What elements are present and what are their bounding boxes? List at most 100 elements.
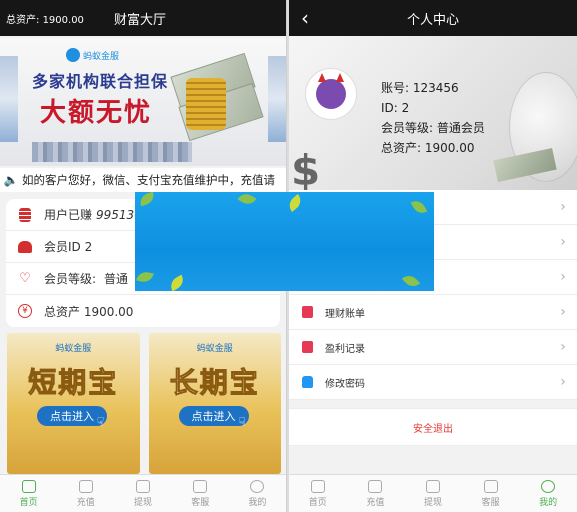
chevron-right-icon: ›	[560, 339, 566, 355]
tab-label: 提现	[423, 497, 442, 508]
page-title: 个人中心	[406, 12, 459, 28]
total-assets-label: 总资产:	[6, 14, 40, 26]
id-label: ID:	[381, 101, 398, 115]
card-brand: 蚂蚁金服	[196, 344, 233, 354]
pointer-hand-icon: ☟	[97, 415, 105, 429]
leaf-decoration	[136, 270, 154, 284]
product-cards: 蚂蚁金服 短期宝 点击进入 ☟ 蚂蚁金服 长期宝 点击进入 ☟	[7, 333, 281, 474]
card-brand: 蚂蚁金服	[55, 344, 92, 354]
leaf-decoration	[137, 192, 157, 207]
level-value: 普通会员	[436, 121, 485, 135]
tab-withdraw[interactable]: 提现	[114, 475, 171, 512]
menu-label: 盈利记录	[325, 343, 365, 355]
logout-button[interactable]: 安全退出	[289, 408, 577, 446]
city-skyline-image	[32, 142, 192, 162]
recharge-icon	[368, 479, 383, 493]
user-icon	[250, 479, 265, 493]
bill-icon	[301, 306, 313, 318]
home-icon	[21, 479, 36, 493]
id-value: 2	[401, 101, 410, 115]
top-bar: 总资产: 1900.00 财富大厅	[0, 0, 286, 36]
users-icon	[18, 240, 32, 253]
brand-logo: 蚂蚁金服	[66, 48, 119, 62]
tab-label: 我的	[248, 497, 267, 508]
withdraw-icon	[425, 479, 440, 493]
leaf-decoration	[401, 271, 421, 291]
level-label: 会员等级:	[381, 121, 434, 135]
tab-label: 首页	[308, 497, 327, 508]
recharge-icon	[78, 479, 93, 493]
blue-popup-overlay[interactable]	[135, 192, 434, 291]
menu-item-finance-bill[interactable]: 理财账单 ›	[289, 295, 577, 330]
heart-icon: ♡	[19, 271, 31, 286]
tab-label: 客服	[191, 497, 210, 508]
short-term-product-card[interactable]: 蚂蚁金服 短期宝 点击进入 ☟	[7, 333, 140, 474]
notice-bar[interactable]: 🔈 如的客户您好，微信、支付宝充值维护中，充值请	[0, 168, 286, 192]
card-title: 长期宝	[169, 366, 260, 400]
long-term-product-card[interactable]: 蚂蚁金服 长期宝 点击进入 ☟	[148, 333, 281, 474]
tab-label: 充值	[366, 497, 385, 508]
top-bar: ‹ 个人中心	[289, 0, 577, 36]
promo-banner[interactable]: 蚂蚁金服 多家机构联合担保 大额无忧	[0, 38, 286, 166]
menu-item-profit-record[interactable]: 盈利记录 ›	[289, 330, 577, 365]
tab-label: 我的	[539, 497, 558, 508]
record-icon	[301, 341, 313, 353]
withdraw-icon	[136, 479, 150, 493]
banner-subheadline: 大额无忧	[40, 98, 153, 128]
account-line: 账号: 123456	[381, 78, 485, 98]
dollar-sign-decoration: $	[291, 146, 321, 190]
chevron-right-icon: ›	[560, 234, 566, 250]
user-icon	[541, 479, 556, 493]
leaf-decoration	[167, 274, 187, 291]
bottom-tab-bar: 首页 充值 提现 客服 我的	[0, 474, 286, 512]
tab-service[interactable]: 客服	[172, 475, 229, 512]
id-line: ID: 2	[381, 98, 485, 118]
tab-label: 首页	[19, 497, 38, 508]
profile-info: 账号: 123456 ID: 2 会员等级: 普通会员 总资产: 1900.00	[381, 78, 485, 158]
bottom-tab-bar: 首页 充值 提现 客服 我的	[289, 474, 577, 512]
devil-avatar-icon	[316, 73, 346, 109]
tab-label: 充值	[76, 497, 95, 508]
home-icon	[310, 479, 325, 493]
tab-home[interactable]: 首页	[289, 475, 347, 512]
tab-label: 客服	[481, 497, 500, 508]
total-assets-row-label: 总资产 1900.00	[44, 304, 134, 319]
screenshot-root: 总资产: 1900.00 财富大厅 蚂蚁金服 多家机构联合担保 大额无忧 🔈 如…	[0, 0, 577, 512]
chevron-right-icon: ›	[560, 269, 566, 285]
tab-recharge[interactable]: 充值	[57, 475, 114, 512]
lock-icon	[301, 376, 313, 388]
banner-headline: 多家机构联合担保	[32, 72, 169, 91]
tab-home[interactable]: 首页	[0, 475, 57, 512]
banner-next-slide[interactable]	[268, 56, 286, 142]
coin-stack-image	[186, 78, 226, 130]
tab-recharge[interactable]: 充值	[347, 475, 405, 512]
avatar[interactable]	[305, 68, 357, 120]
tab-mine[interactable]: 我的	[229, 475, 286, 512]
banner-prev-slide[interactable]	[0, 56, 18, 142]
menu-label: 理财账单	[325, 308, 365, 320]
account-label: 账号:	[381, 81, 410, 95]
member-level-label: 会员等级:	[44, 272, 97, 286]
tab-label: 提现	[134, 497, 153, 508]
total-assets: 总资产: 1900.00	[6, 11, 114, 26]
speaker-icon: 🔈	[3, 173, 19, 187]
leaf-decoration	[410, 197, 428, 217]
assets-value: 1900.00	[424, 141, 475, 155]
back-chevron-icon[interactable]: ‹	[289, 8, 321, 28]
coin-icon: ¥	[18, 304, 32, 318]
tab-withdraw[interactable]: 提现	[404, 475, 462, 512]
notice-text: 如的客户您好，微信、支付宝充值维护中，充值请	[22, 173, 275, 187]
card-title: 短期宝	[28, 366, 119, 400]
tab-mine[interactable]: 我的	[519, 475, 577, 512]
total-assets-value: 1900.00	[42, 14, 84, 26]
leaf-decoration	[285, 194, 305, 212]
service-icon	[193, 479, 208, 493]
total-assets-row: ¥ 总资产 1900.00	[6, 295, 280, 327]
member-level-value: 普通	[104, 272, 129, 286]
menu-item-change-password[interactable]: 修改密码 ›	[289, 365, 577, 400]
assets-label: 总资产:	[381, 141, 422, 155]
assets-line: 总资产: 1900.00	[381, 138, 485, 158]
tab-service[interactable]: 客服	[462, 475, 520, 512]
brand-name: 蚂蚁金服	[83, 51, 120, 62]
chevron-right-icon: ›	[560, 374, 566, 390]
